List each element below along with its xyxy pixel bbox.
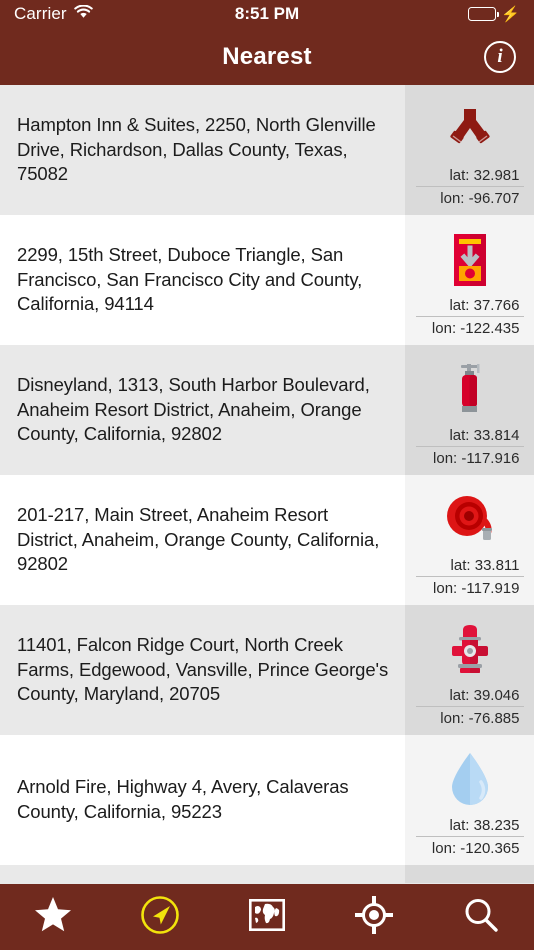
- list-item[interactable]: [0, 865, 534, 883]
- crosshair-location-icon: [354, 895, 393, 939]
- longitude-value: lon: -96.707: [415, 186, 524, 207]
- list-item-detail-area[interactable]: lat: 38.235 lon: -120.365: [405, 735, 534, 865]
- battery-icon: [468, 7, 500, 21]
- status-bar-right: ⚡: [468, 7, 520, 22]
- coordinates: lat: 33.811 lon: -117.919: [415, 557, 524, 597]
- star-icon: [34, 896, 72, 938]
- fire-hose-reel-icon: [439, 489, 501, 551]
- latitude-value: lat: 33.811: [450, 557, 520, 574]
- nearest-list[interactable]: Hampton Inn & Suites, 2250, North Glenvi…: [0, 85, 534, 884]
- list-item[interactable]: 201-217, Main Street, Anaheim Resort Dis…: [0, 475, 534, 605]
- wifi-icon: [73, 4, 93, 24]
- tab-locate[interactable]: [320, 884, 427, 950]
- coordinates: lat: 37.766 lon: -122.435: [415, 297, 524, 337]
- latitude-value: lat: 33.814: [449, 427, 520, 444]
- list-item[interactable]: Hampton Inn & Suites, 2250, North Glenvi…: [0, 85, 534, 215]
- coordinates: lat: 33.814 lon: -117.916: [415, 427, 524, 467]
- status-bar-left: Carrier: [14, 4, 93, 24]
- list-item[interactable]: 11401, Falcon Ridge Court, North Creek F…: [0, 605, 534, 735]
- longitude-value: lon: -117.919: [415, 576, 524, 597]
- list-item-address-area[interactable]: Hampton Inn & Suites, 2250, North Glenvi…: [0, 85, 405, 215]
- app-root: Carrier 8:51 PM ⚡ Nearest i Hampton Inn …: [0, 0, 534, 950]
- lightning-bolt-icon: ⚡: [501, 5, 520, 23]
- latitude-value: lat: 38.235: [449, 817, 520, 834]
- list-item-address-area[interactable]: 2299, 15th Street, Duboce Triangle, San …: [0, 215, 405, 345]
- address-text: 201-217, Main Street, Anaheim Resort Dis…: [17, 504, 380, 575]
- list-item-detail-area[interactable]: lat: 33.814 lon: -117.916: [405, 345, 534, 475]
- longitude-value: lon: -76.885: [415, 706, 524, 727]
- coordinates: lat: 38.235 lon: -120.365: [415, 817, 524, 857]
- info-button[interactable]: i: [484, 40, 516, 73]
- tab-bar: [0, 884, 534, 950]
- longitude-value: lon: -120.365: [415, 836, 524, 857]
- tab-favorites[interactable]: [0, 884, 107, 950]
- world-map-icon: [248, 898, 285, 936]
- list-item[interactable]: 2299, 15th Street, Duboce Triangle, San …: [0, 215, 534, 345]
- status-bar: Carrier 8:51 PM ⚡: [0, 0, 534, 28]
- address-text: Arnold Fire, Highway 4, Avery, Calaveras…: [17, 776, 349, 822]
- list-item-detail-area[interactable]: [405, 865, 534, 883]
- list-item-address-area[interactable]: [0, 865, 405, 883]
- magnifier-icon: [463, 897, 499, 938]
- fire-alarm-callbox-icon: [439, 229, 501, 291]
- address-text: Disneyland, 1313, South Harbor Boulevard…: [17, 374, 370, 445]
- longitude-value: lon: -117.916: [415, 446, 524, 467]
- info-circle-icon: i: [497, 45, 503, 67]
- address-text: 11401, Falcon Ridge Court, North Creek F…: [17, 634, 389, 705]
- list-item[interactable]: Arnold Fire, Highway 4, Avery, Calaveras…: [0, 735, 534, 865]
- list-item-address-area[interactable]: 11401, Falcon Ridge Court, North Creek F…: [0, 605, 405, 735]
- coordinates: lat: 32.981 lon: -96.707: [415, 167, 524, 207]
- address-text: Hampton Inn & Suites, 2250, North Glenvi…: [17, 114, 376, 185]
- fire-hydrant-icon: [439, 619, 501, 681]
- page-title: Nearest: [222, 42, 312, 70]
- list-item-address-area[interactable]: Arnold Fire, Highway 4, Avery, Calaveras…: [0, 735, 405, 865]
- fire-extinguisher-icon: [439, 359, 501, 421]
- latitude-value: lat: 32.981: [449, 167, 520, 184]
- list-item-address-area[interactable]: 201-217, Main Street, Anaheim Resort Dis…: [0, 475, 405, 605]
- latitude-value: lat: 39.046: [449, 687, 520, 704]
- tab-search[interactable]: [427, 884, 534, 950]
- navigation-bar: Nearest i: [0, 28, 534, 85]
- fire-hose-connection-icon: [439, 99, 501, 161]
- tab-nearest[interactable]: [107, 884, 214, 950]
- coordinates: lat: 39.046 lon: -76.885: [415, 687, 524, 727]
- list-item-detail-area[interactable]: lat: 33.811 lon: -117.919: [405, 475, 534, 605]
- tab-map[interactable]: [214, 884, 321, 950]
- list-item-detail-area[interactable]: lat: 32.981 lon: -96.707: [405, 85, 534, 215]
- carrier-label: Carrier: [14, 4, 67, 23]
- list-item-detail-area[interactable]: lat: 39.046 lon: -76.885: [405, 605, 534, 735]
- list-item[interactable]: Disneyland, 1313, South Harbor Boulevard…: [0, 345, 534, 475]
- longitude-value: lon: -122.435: [415, 316, 524, 337]
- navigation-arrow-icon: [140, 895, 180, 940]
- list-item-detail-area[interactable]: lat: 37.766 lon: -122.435: [405, 215, 534, 345]
- water-drop-icon: [439, 749, 501, 811]
- address-text: 2299, 15th Street, Duboce Triangle, San …: [17, 244, 363, 315]
- latitude-value: lat: 37.766: [449, 297, 520, 314]
- list-item-address-area[interactable]: Disneyland, 1313, South Harbor Boulevard…: [0, 345, 405, 475]
